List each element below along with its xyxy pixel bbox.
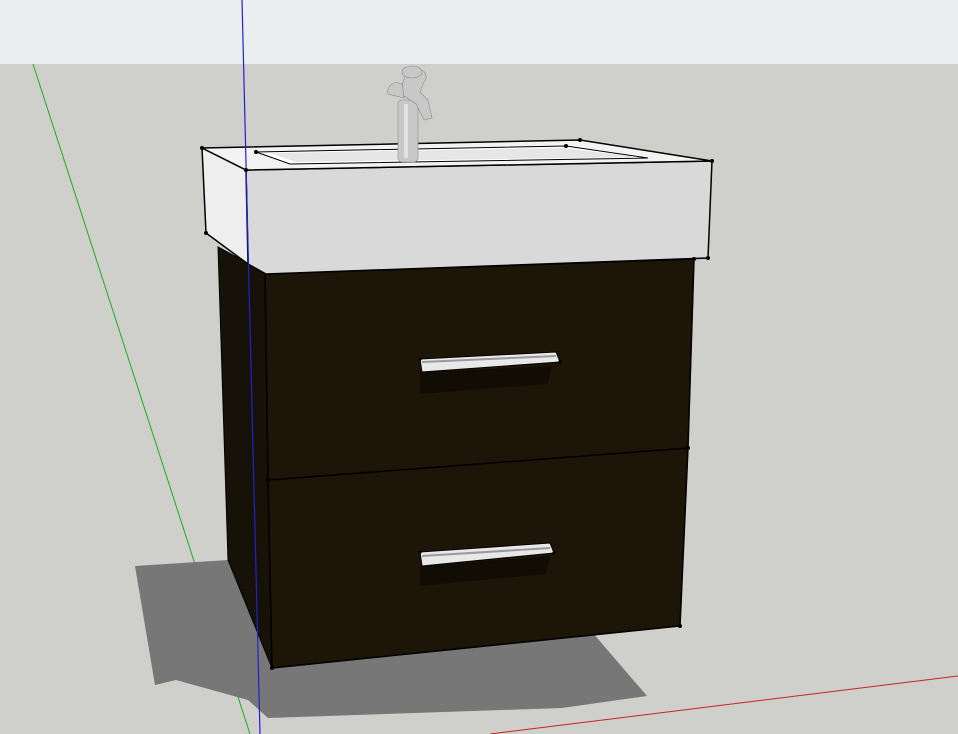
basin-front[interactable] [245, 160, 713, 275]
scene-canvas[interactable] [0, 0, 958, 734]
sky [0, 0, 958, 64]
modeling-viewport[interactable] [0, 0, 958, 734]
